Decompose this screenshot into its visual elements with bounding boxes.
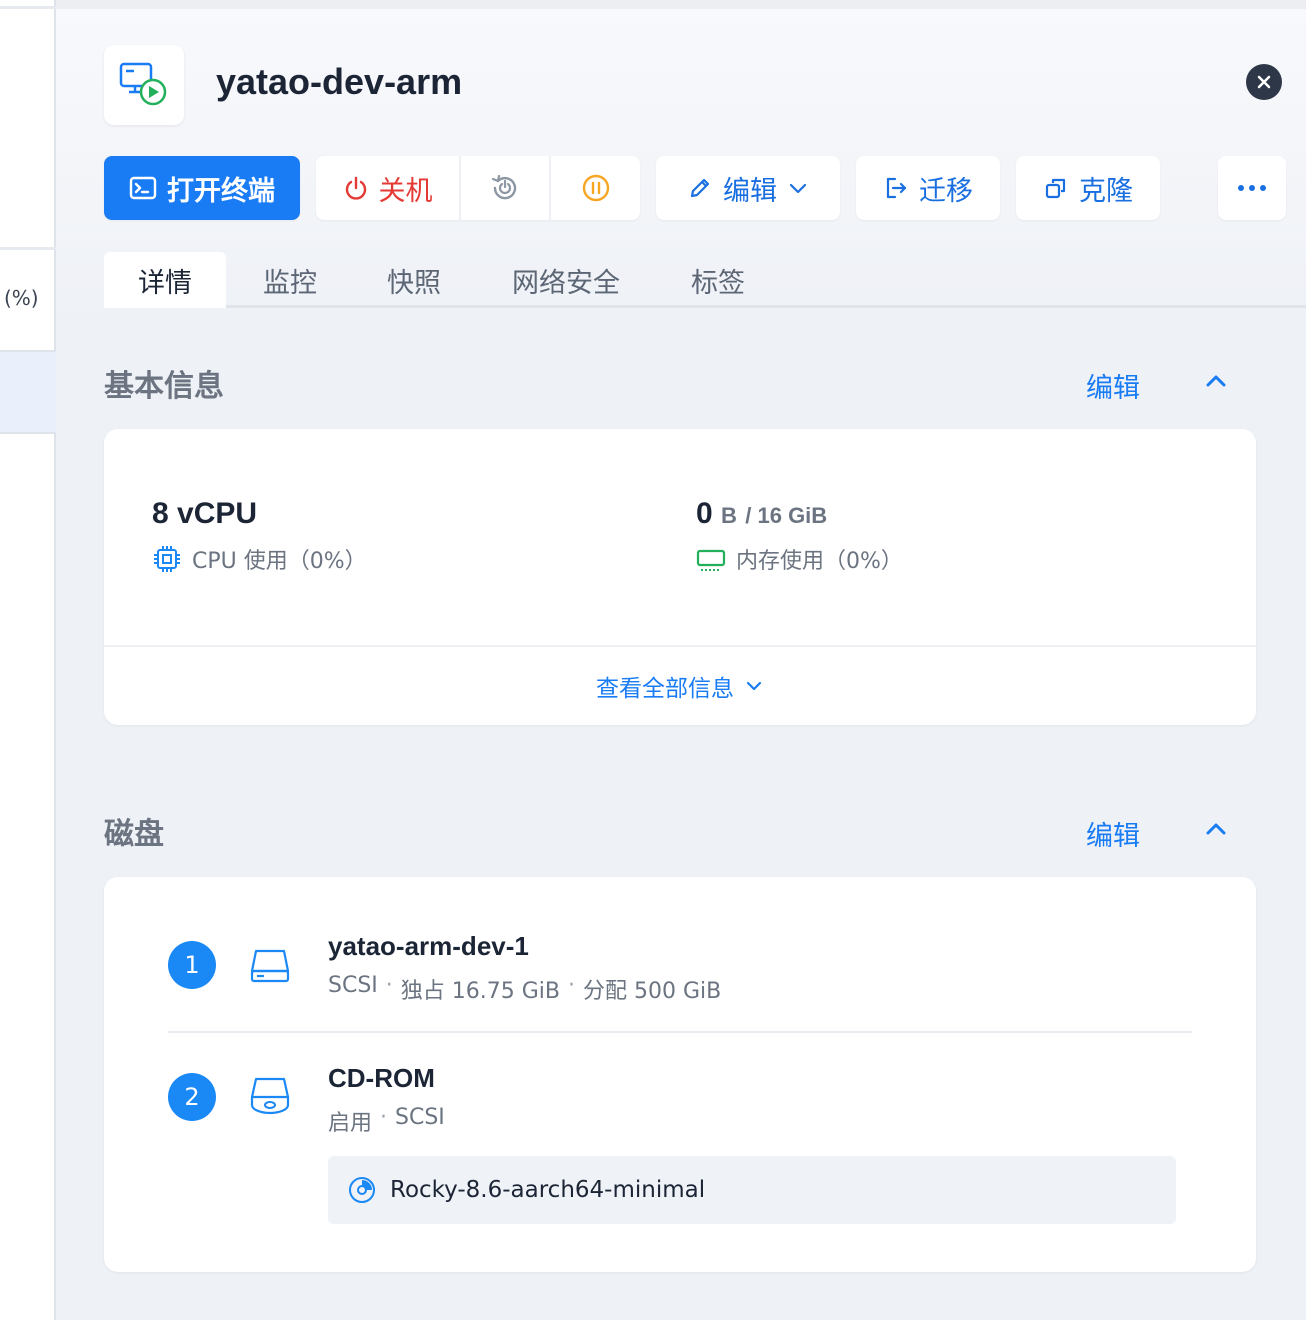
disk-exclusive-size: 独占 16.75 GiB — [400, 979, 561, 1004]
power-button-group: 关机 — [316, 156, 640, 220]
disk-divider — [168, 1031, 1192, 1033]
restart-button[interactable] — [461, 156, 551, 220]
chevron-up-icon[interactable] — [1202, 367, 1230, 395]
view-all-label: 查看全部信息 — [596, 676, 734, 702]
restart-icon — [491, 174, 517, 200]
disk-name: CD-ROM — [328, 1063, 435, 1093]
pencil-icon — [690, 178, 710, 198]
selected-list-row[interactable] — [0, 352, 56, 434]
disk-name: yatao-arm-dev-1 — [328, 931, 529, 961]
cd-rom-icon — [250, 1077, 290, 1115]
basic-info-card: 8 vCPU CPU 使用（0%） 0 B / 16 GiB 内存使用（0%） … — [104, 429, 1256, 725]
tab-monitoring[interactable]: 监控 — [226, 252, 354, 308]
terminal-icon — [129, 176, 157, 200]
edit-dropdown-button[interactable]: 编辑 — [656, 156, 840, 220]
shutdown-button[interactable]: 关机 — [316, 156, 461, 220]
tab-network-security[interactable]: 网络安全 — [474, 252, 658, 308]
hard-disk-icon — [250, 949, 290, 983]
disk-meta: SCSI · 独占 16.75 GiB · 分配 500 GiB — [328, 973, 722, 1004]
close-icon — [1257, 75, 1271, 89]
disk-index-badge: 1 — [168, 941, 216, 989]
edit-label: 编辑 — [723, 175, 777, 207]
pause-icon — [582, 174, 609, 202]
open-terminal-button[interactable]: 打开终端 — [104, 156, 300, 220]
disk-allocated-size: 分配 500 GiB — [583, 979, 722, 1004]
memory-unit: B — [721, 503, 737, 528]
clone-button[interactable]: 克隆 — [1016, 156, 1160, 220]
cpu-value: 8 vCPU — [152, 497, 258, 530]
open-terminal-label: 打开终端 — [167, 175, 275, 207]
more-actions-button[interactable] — [1218, 156, 1286, 220]
iso-name: Rocky-8.6-aarch64-minimal — [390, 1177, 706, 1203]
list-divider — [0, 247, 56, 250]
migrate-icon — [886, 177, 907, 199]
chevron-up-icon[interactable] — [1202, 815, 1230, 843]
vm-detail-drawer: yatao-dev-arm 打开终端 关机 编辑 迁移 克隆 详情 监控 快照 … — [56, 0, 1306, 1320]
basic-info-edit-link[interactable]: 编辑 — [1086, 366, 1140, 405]
view-all-info-link[interactable]: 查看全部信息 — [104, 669, 1256, 703]
tab-snapshots[interactable]: 快照 — [354, 252, 474, 308]
shutdown-label: 关机 — [378, 175, 433, 207]
memory-value: 0 — [696, 497, 713, 530]
disk-index-badge: 2 — [168, 1073, 216, 1121]
cpu-stat: 8 vCPU CPU 使用（0%） — [152, 497, 367, 575]
tab-tags[interactable]: 标签 — [658, 252, 778, 308]
disk-status: 启用 — [328, 1111, 373, 1136]
cpu-chip-icon — [154, 546, 180, 572]
disks-card: 1 yatao-arm-dev-1 SCSI · 独占 16.75 GiB · … — [104, 877, 1256, 1272]
disks-edit-link[interactable]: 编辑 — [1086, 814, 1140, 853]
migrate-label: 迁移 — [919, 175, 973, 207]
disks-heading: 磁盘 — [104, 817, 164, 852]
more-icon — [1238, 185, 1266, 191]
tab-details[interactable]: 详情 — [104, 252, 226, 308]
disk-bus: SCSI — [395, 1105, 445, 1130]
disk-meta: 启用 · SCSI — [328, 1105, 445, 1136]
cpu-caption: CPU 使用（0%） — [192, 549, 367, 574]
disk-bus: SCSI — [328, 973, 378, 998]
column-header-fragment: (%) — [4, 286, 39, 310]
power-icon — [345, 176, 366, 200]
clone-icon — [1045, 178, 1066, 199]
clone-label: 克隆 — [1079, 175, 1133, 207]
memory-stat: 0 B / 16 GiB 内存使用（0%） — [696, 497, 903, 575]
disc-icon — [349, 1177, 375, 1203]
memory-total: / 16 GiB — [745, 503, 828, 528]
tab-bar: 详情 监控 快照 网络安全 标签 — [104, 252, 778, 308]
vm-running-icon — [104, 45, 184, 125]
memory-caption: 内存使用（0%） — [736, 549, 903, 574]
close-button[interactable] — [1246, 64, 1282, 100]
background-list-panel: (%) — [0, 0, 56, 1320]
chevron-down-icon — [746, 681, 762, 691]
migrate-button[interactable]: 迁移 — [856, 156, 1000, 220]
card-divider — [104, 645, 1256, 647]
chevron-down-icon — [789, 183, 807, 194]
list-top-border — [0, 6, 56, 9]
memory-icon — [696, 549, 726, 571]
page-title: yatao-dev-arm — [216, 61, 463, 102]
basic-info-heading: 基本信息 — [104, 369, 224, 404]
mounted-iso[interactable]: Rocky-8.6-aarch64-minimal — [328, 1156, 1176, 1224]
pause-button[interactable] — [551, 156, 640, 220]
